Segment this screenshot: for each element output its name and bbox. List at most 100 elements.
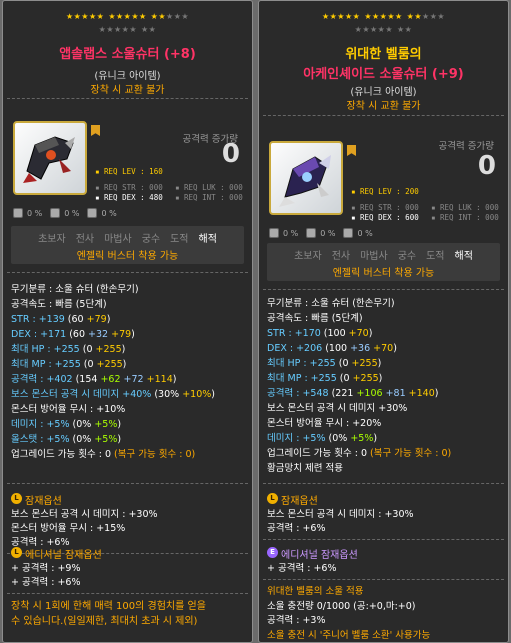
attack-gain-value: 0 bbox=[477, 151, 496, 181]
stat-fragment: 몬스터 방어율 무시 : +10% bbox=[11, 404, 126, 415]
divider bbox=[263, 115, 504, 116]
stat-line: 몬스터 방어율 무시 : +10% bbox=[11, 404, 125, 416]
item-rank: (유니크 아이템) bbox=[350, 87, 417, 98]
stat-fragment: +5% bbox=[94, 419, 118, 430]
stat-fragment: 황금망치 제련 적용 bbox=[267, 463, 343, 474]
job-thief: 도적 bbox=[170, 234, 189, 245]
stat-fragment: +255 bbox=[352, 373, 379, 384]
stat-fragment: (0 bbox=[80, 359, 97, 370]
item-name: 앱솔랩스 소울슈터 (+8) bbox=[59, 47, 196, 62]
charm-note: 장착 시 1회에 한해 매력 100의 경험치를 얻을 수 있습니다.(일일제한… bbox=[11, 601, 206, 627]
stat-fragment: (0 bbox=[335, 358, 352, 369]
star-icon: ★ bbox=[364, 12, 372, 21]
stat-line: 최대 MP : +255 (0 +255) bbox=[11, 359, 126, 371]
job-bowman: 궁수 bbox=[397, 251, 417, 262]
item-rank: (유니크 아이템) bbox=[94, 71, 161, 82]
star-icon: ★ bbox=[181, 12, 190, 21]
stat-fragment: 무기분류 : 소울 슈터 (한손무기) bbox=[11, 284, 139, 295]
stat-fragment: +140 bbox=[408, 388, 435, 399]
job-warrior: 전사 bbox=[75, 234, 95, 245]
stat-fragment: (100 bbox=[322, 343, 351, 354]
stat-fragment: ) bbox=[434, 388, 439, 399]
divider bbox=[263, 289, 504, 290]
job-requirement-box: 초보자 전사 마법사 궁수 도적 해적 엔젤릭 버스터 착용 가능 bbox=[11, 226, 244, 264]
stat-fragment: +402 bbox=[46, 374, 73, 385]
stat-fragment: +255 bbox=[351, 358, 378, 369]
soul-slot-icon bbox=[269, 228, 279, 238]
trade-restriction: 장착 시 교환 불가 bbox=[346, 101, 421, 112]
potential-line: 몬스터 방어율 무시 : +15% bbox=[11, 523, 126, 534]
item-tooltip-arcane: ★★★★★ ★★★★★ ★★★★★ ★★★★★ ★★ 위대한 벨룸의 아케인셰이드 소… bbox=[258, 0, 509, 643]
stat-line: 데미지 : +5% (0% +5%) bbox=[267, 433, 377, 445]
star-icon: ★ bbox=[387, 12, 395, 21]
star-icon: ★ bbox=[371, 12, 380, 21]
stat-line: 공격력 : +402 (154 +62 +72 +114) bbox=[11, 374, 176, 386]
divider bbox=[7, 272, 248, 273]
item-image bbox=[269, 141, 343, 215]
star-icon: ★ bbox=[96, 12, 105, 21]
legendary-grade-icon: L bbox=[11, 547, 22, 558]
stat-fragment: (60 bbox=[66, 329, 89, 340]
req-str: ▪ REQ STR : 000 bbox=[351, 203, 419, 212]
stat-fragment: (0% bbox=[69, 434, 95, 445]
job-beginner: 초보자 bbox=[294, 251, 322, 262]
stat-fragment: +255 bbox=[310, 373, 337, 384]
star-icon: ★ bbox=[395, 12, 403, 21]
job-list: 초보자 전사 마법사 궁수 도적 해적 bbox=[11, 230, 244, 245]
additional-potential-title: 에디셔널 잠재옵션 bbox=[25, 550, 102, 561]
divider bbox=[7, 593, 248, 594]
option-slot-icon bbox=[343, 228, 354, 238]
trade-restriction: 장착 시 교환 불가 bbox=[90, 85, 165, 96]
item-name-line-1: 위대한 벨룸의 bbox=[345, 47, 422, 62]
star-icon: ★ bbox=[131, 12, 139, 21]
divider bbox=[263, 579, 504, 580]
job-beginner: 초보자 bbox=[38, 234, 66, 245]
stat-fragment: 공격력 : bbox=[267, 388, 303, 399]
stat-line: 올스탯 : +5% (0% +5%) bbox=[11, 434, 121, 446]
stat-fragment: ) bbox=[122, 359, 127, 370]
stat-fragment: +170 bbox=[294, 328, 321, 339]
soul-attack: 공격력 : +3% bbox=[267, 615, 326, 626]
job-thief: 도적 bbox=[426, 251, 445, 262]
stat-fragment: 데미지 : bbox=[11, 419, 47, 430]
additional-potential-line: + 공격력 : +6% bbox=[267, 563, 337, 574]
soul-shooter-weapon-icon bbox=[279, 155, 331, 207]
star-icon: ★ bbox=[337, 12, 345, 21]
stat-fragment: 최대 HP : bbox=[267, 358, 310, 369]
stat-fragment: +79 bbox=[111, 329, 132, 340]
bookmark-icon bbox=[347, 145, 356, 156]
star-force-row: ★★★★★ ★★★★★ ★★★★★ bbox=[259, 12, 508, 22]
star-icon: ★ bbox=[141, 25, 149, 34]
stat-fragment: (0 bbox=[79, 344, 96, 355]
stat-fragment: 보스 몬스터 공격 시 데미지 +30% bbox=[267, 403, 408, 414]
stat-fragment: (복구 가능 횟수 : 0) bbox=[370, 448, 452, 459]
req-str: ▪ REQ STR : 000 bbox=[95, 183, 163, 192]
divider bbox=[263, 483, 504, 484]
stat-fragment: +255 bbox=[96, 359, 123, 370]
job-pirate: 해적 bbox=[198, 234, 217, 245]
job-magician: 마법사 bbox=[360, 251, 388, 262]
stat-fragment: 공격속도 : 빠름 (5단계) bbox=[11, 299, 107, 310]
req-dex: ▪ REQ DEX : 480 bbox=[95, 193, 163, 202]
job-note: 엔젤릭 버스터 착용 가능 bbox=[76, 251, 179, 262]
star-icon: ★ bbox=[352, 12, 361, 21]
potential-line: 공격력 : +6% bbox=[267, 523, 326, 534]
req-level: ▪ REQ LEV : 200 bbox=[351, 187, 419, 196]
stat-fragment: 몬스터 방어율 무시 : +20% bbox=[267, 418, 382, 429]
stat-fragment: 공격력 : bbox=[11, 374, 47, 385]
stat-fragment: ) bbox=[373, 433, 378, 444]
stat-fragment: ) bbox=[172, 374, 177, 385]
stat-line: 공격력 : +548 (221 +106 +81 +140) bbox=[267, 388, 438, 400]
stat-line: 무기분류 : 소울 슈터 (한손무기) bbox=[267, 298, 395, 310]
stat-line: 황금망치 제련 적용 bbox=[267, 463, 343, 475]
stat-line: 업그레이드 가능 횟수 : 0 (복구 가능 횟수 : 0) bbox=[267, 448, 451, 460]
stat-fragment: +5% bbox=[46, 419, 70, 430]
star-force-row: ★★★★★ ★★★★★ ★★★★★ bbox=[3, 12, 252, 22]
item-name-line-2: 아케인셰이드 소울슈터 (+9) bbox=[303, 67, 464, 82]
additional-potential-line: + 공격력 : +6% bbox=[11, 577, 81, 588]
stat-line: 공격속도 : 빠름 (5단계) bbox=[267, 313, 363, 325]
stat-fragment: (30% bbox=[151, 389, 183, 400]
stat-fragment: +139 bbox=[38, 314, 65, 325]
stat-line: STR : +170 (100 +70) bbox=[267, 328, 372, 340]
stat-line: 공격속도 : 빠름 (5단계) bbox=[11, 299, 107, 311]
